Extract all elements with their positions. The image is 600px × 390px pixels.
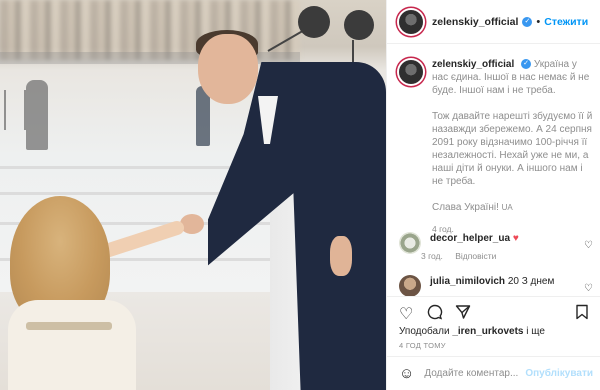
like-icon[interactable]: ♡ <box>399 304 413 324</box>
likes-summary: Уподобали _iren_urkovets і ще <box>399 326 545 337</box>
like-comment-icon[interactable]: ♡ <box>584 283 593 294</box>
like-comment-icon[interactable]: ♡ <box>584 240 593 251</box>
comment-text: 20 З днем <box>507 276 555 287</box>
photo-girl-arm <box>97 219 186 260</box>
reply-button[interactable]: Відповісти <box>455 251 496 261</box>
separator-dot: • <box>536 15 541 28</box>
caption-text-3: Слава Україні! <box>432 202 499 213</box>
emoji-icon[interactable]: ☺ <box>399 365 414 382</box>
comment-icon[interactable] <box>427 304 443 325</box>
post-photo[interactable] <box>0 0 386 390</box>
caption-author[interactable]: zelenskiy_official <box>432 59 514 70</box>
share-icon[interactable] <box>455 304 471 325</box>
verified-badge-icon: ✓ <box>522 16 533 27</box>
photo-man-head <box>198 34 258 104</box>
photo-tripod <box>4 90 26 130</box>
follow-button[interactable]: Стежити <box>544 16 588 28</box>
publish-button[interactable]: Опублікувати <box>525 368 593 379</box>
post-header: zelenskiy_official ✓ • Стежити <box>387 0 600 44</box>
comment-username[interactable]: julia_nimilovich <box>430 276 505 287</box>
add-comment-bar: ☺ Опублікувати <box>387 356 600 390</box>
list-item: julia_nimilovich 20 З днем ♡ <box>399 275 595 297</box>
photo-man-hand <box>330 236 352 276</box>
photo-girl-dress <box>8 300 136 390</box>
photo-microphone <box>344 10 374 40</box>
post-panel: zelenskiy_official ✓ • Стежити zelenskiy… <box>386 0 600 390</box>
heart-icon: ♥ <box>512 233 519 244</box>
likes-suffix[interactable]: і ще <box>526 326 545 337</box>
caption-avatar[interactable] <box>399 60 423 84</box>
list-item: decor_helper_ua ♥ 3 год. Відповісти ♡ <box>399 232 595 261</box>
post-time: 4 ГОД ТОМУ <box>399 341 446 350</box>
verified-badge-icon: ✓ <box>521 59 532 70</box>
photo-girl-sash <box>26 322 112 330</box>
avatar[interactable] <box>399 275 421 297</box>
avatar[interactable] <box>399 232 421 254</box>
flag-ua: UA <box>501 203 513 212</box>
author-username[interactable]: zelenskiy_official <box>432 16 518 28</box>
action-bar: ♡ <box>387 296 600 328</box>
post-caption: zelenskiy_official ✓ Україна у нас єдина… <box>399 58 595 234</box>
photo-microphone <box>298 6 330 38</box>
bookmark-icon[interactable] <box>575 304 589 325</box>
comment-time: 3 год. <box>421 251 443 261</box>
likes-prefix: Уподобали <box>399 326 450 337</box>
comment-username[interactable]: decor_helper_ua <box>430 233 510 244</box>
avatar[interactable] <box>399 9 423 34</box>
caption-text-2: Тож давайте нарешті збудуємо її й назавж… <box>432 111 593 187</box>
likes-user[interactable]: _iren_urkovets <box>452 326 523 337</box>
photo-cameraman <box>26 80 48 150</box>
